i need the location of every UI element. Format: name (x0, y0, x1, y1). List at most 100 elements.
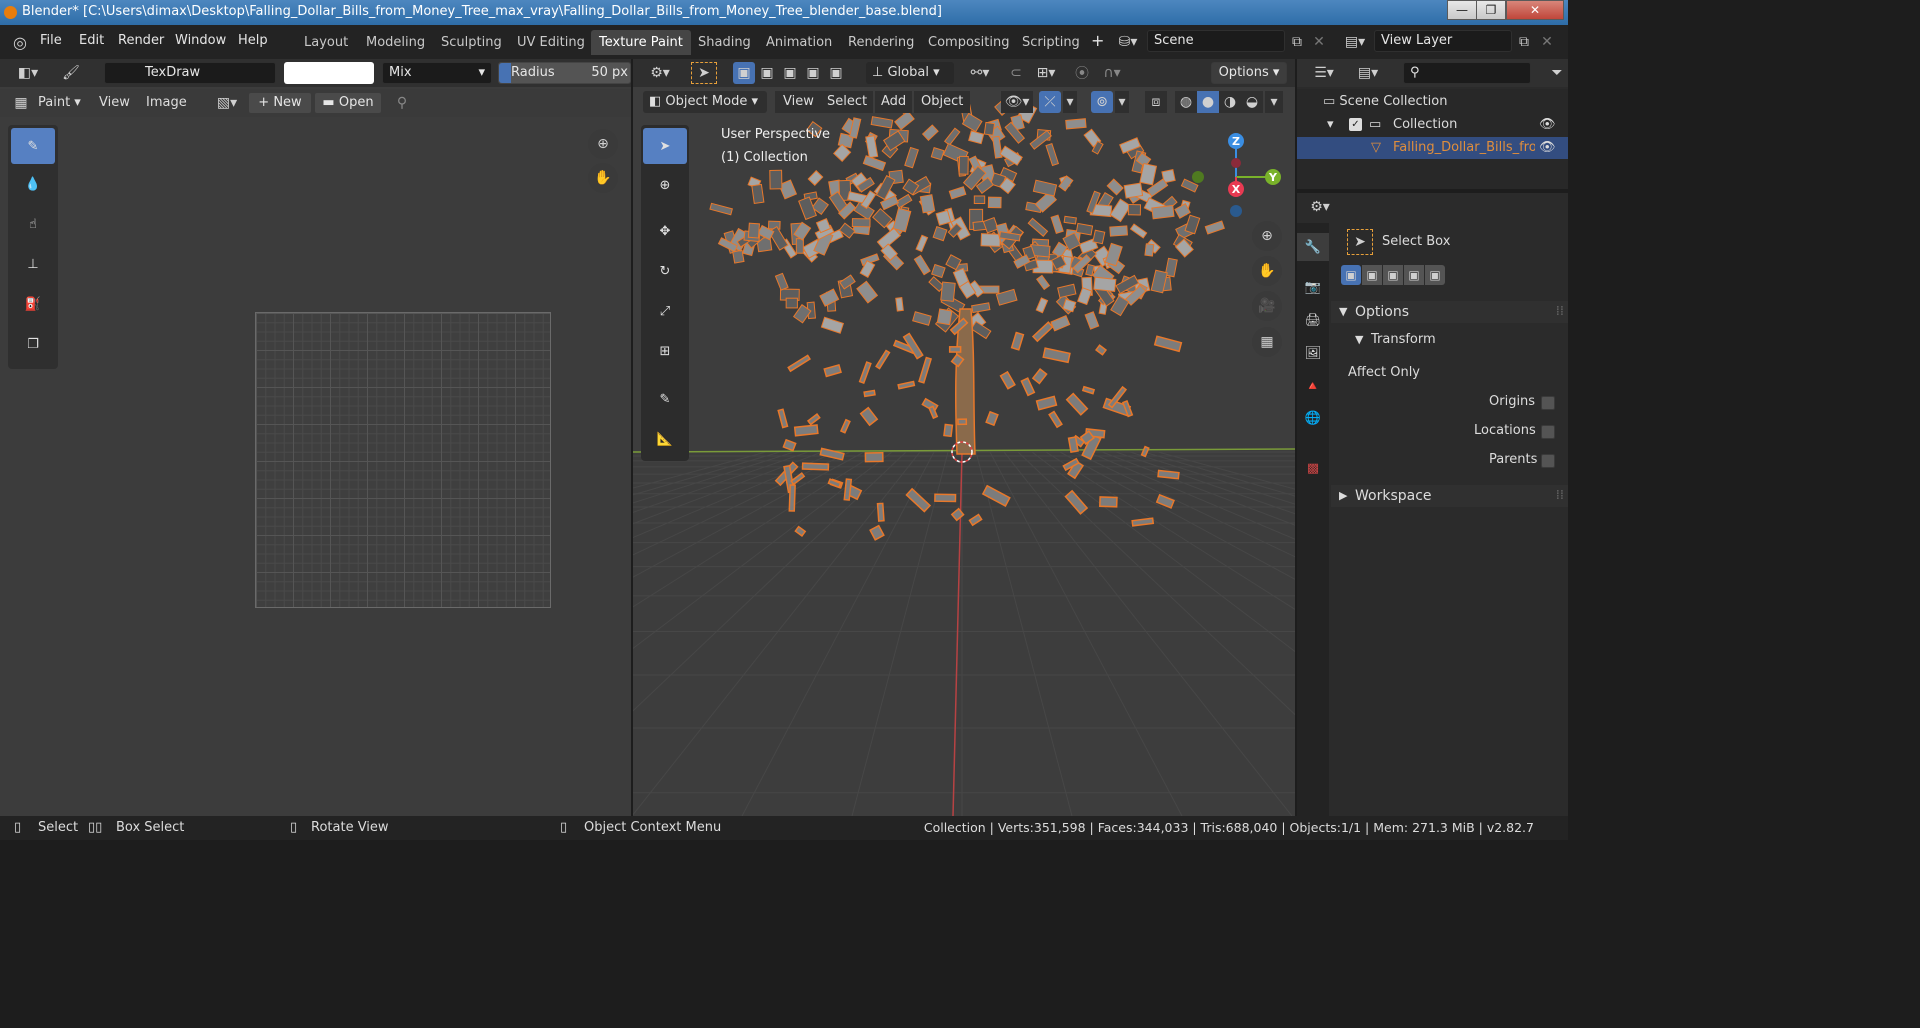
select-mode-subtract-icon[interactable]: ▣ (1383, 265, 1403, 285)
fill-tool-icon[interactable]: ⛽ (11, 286, 55, 322)
proportional-edit-icon[interactable]: ⦿ (1071, 62, 1093, 84)
select-mode-new-icon[interactable]: ▣ (733, 62, 755, 84)
cursor-tool-icon[interactable]: ⊕ (643, 167, 687, 203)
annotate-tool-icon[interactable]: ✎ (643, 381, 687, 417)
image-browse-icon[interactable]: ▧▾ (210, 92, 244, 114)
display-mode-icon[interactable]: ▤▾ (1351, 62, 1385, 84)
options-dropdown[interactable]: Options ▾ (1211, 62, 1287, 84)
eye-icon[interactable]: 👁 (1539, 114, 1556, 136)
mask-tool-icon[interactable]: ❐ (11, 326, 55, 362)
scene-tab-icon[interactable]: 🔺 (1297, 372, 1329, 400)
select-mode-subtract-icon[interactable]: ▣ (779, 62, 801, 84)
tab-shading[interactable]: Shading (690, 30, 759, 55)
minimize-button[interactable]: — (1447, 0, 1477, 20)
parents-checkbox[interactable] (1541, 454, 1555, 468)
brush-selector[interactable]: TexDraw (104, 62, 276, 84)
outliner-search-input[interactable]: ⚲ (1403, 62, 1531, 84)
select-mode-invert-icon[interactable]: ▣ (802, 62, 824, 84)
pivot-icon[interactable]: ⚯▾ (963, 62, 997, 84)
uv-grid-canvas[interactable] (255, 312, 551, 608)
output-tab-icon[interactable]: 🖨 (1297, 306, 1329, 334)
select-mode-intersect-icon[interactable]: ▣ (825, 62, 847, 84)
transform-subpanel-header[interactable]: ▼ Transform (1331, 329, 1568, 351)
texture-tab-icon[interactable]: ▩ (1297, 454, 1329, 482)
rotate-tool-icon[interactable]: ↻ (643, 253, 687, 289)
filter-icon[interactable]: ⏷ (1547, 62, 1567, 84)
visibility-icon[interactable]: 👁▾ (1001, 91, 1033, 113)
render-tab-icon[interactable]: 📷 (1297, 273, 1329, 301)
select-mode-invert-icon[interactable]: ▣ (1404, 265, 1424, 285)
zoom-icon[interactable]: ⊕ (588, 129, 618, 159)
drag-handle-icon[interactable]: ⁞⁞ (1556, 301, 1564, 323)
shading-solid-icon[interactable]: ● (1197, 91, 1219, 113)
locations-checkbox[interactable] (1541, 425, 1555, 439)
drag-handle-icon[interactable]: ⁞⁞ (1556, 485, 1564, 507)
menu-edit[interactable]: Edit (79, 33, 104, 48)
radius-slider[interactable]: Radius 50 px (498, 62, 631, 84)
menu-window[interactable]: Window (175, 33, 226, 48)
draw-tool-icon[interactable]: ✎ (11, 128, 55, 164)
collection-checkbox[interactable]: ✓ (1349, 118, 1362, 131)
scale-tool-icon[interactable]: ⤢ (643, 293, 687, 329)
view-layer-tab-icon[interactable]: 🖼 (1297, 339, 1329, 367)
shading-rendered-icon[interactable]: ◒ (1241, 91, 1263, 113)
tab-modeling[interactable]: Modeling (358, 30, 433, 55)
menu-add[interactable]: Add (875, 91, 913, 113)
tab-compositing[interactable]: Compositing (920, 30, 1018, 55)
shading-wireframe-icon[interactable]: ◍ (1175, 91, 1197, 113)
select-mode-extend-icon[interactable]: ▣ (1362, 265, 1382, 285)
editor-type-icon[interactable]: ☰▾ (1307, 62, 1341, 84)
measure-tool-icon[interactable]: 📐 (643, 421, 687, 457)
new-scene-icon[interactable]: ⧉ (1287, 31, 1307, 53)
perspective-toggle-icon[interactable]: ▦ (1252, 327, 1282, 357)
blend-mode-select[interactable]: Mix ▾ (382, 62, 492, 84)
smear-tool-icon[interactable]: ☝ (11, 206, 55, 242)
falloff-icon[interactable]: ∩▾ (1095, 62, 1129, 84)
select-mode-intersect-icon[interactable]: ▣ (1425, 265, 1445, 285)
options-panel-header[interactable]: ▼ Options ⁞⁞ (1331, 301, 1568, 323)
editor-type-icon[interactable]: ⚙▾ (1303, 196, 1337, 218)
maximize-button[interactable]: ❐ (1476, 0, 1506, 20)
object-mode-select[interactable]: ◧ Object Mode ▾ (643, 91, 767, 113)
view-layer-field[interactable]: View Layer (1374, 30, 1512, 52)
world-tab-icon[interactable]: 🌐 (1297, 404, 1329, 432)
delete-scene-icon[interactable]: ✕ (1310, 31, 1328, 53)
new-image-button[interactable]: + New (248, 92, 312, 114)
new-view-layer-icon[interactable]: ⧉ (1514, 31, 1534, 53)
open-image-button[interactable]: ▬ Open (314, 92, 382, 114)
shading-material-icon[interactable]: ◑ (1219, 91, 1241, 113)
menu-view[interactable]: View (99, 92, 130, 114)
outliner-row-collection[interactable]: ▾ ✓ ▭ Collection 👁 (1297, 114, 1568, 136)
menu-image[interactable]: Image (146, 92, 187, 114)
gizmo-toggle-icon[interactable]: ⤫ (1039, 91, 1061, 113)
editor-type-icon[interactable]: ◧▾ (10, 62, 46, 84)
blender-menu-icon[interactable]: ◎ (10, 32, 30, 52)
camera-view-icon[interactable]: 🎥 (1252, 291, 1282, 321)
tab-scripting[interactable]: Scripting (1014, 30, 1088, 55)
eye-icon[interactable]: 👁 (1539, 137, 1556, 159)
menu-help[interactable]: Help (238, 33, 268, 48)
tab-rendering[interactable]: Rendering (840, 30, 922, 55)
move-tool-icon[interactable]: ✥ (643, 213, 687, 249)
tab-sculpting[interactable]: Sculpting (433, 30, 510, 55)
tab-animation[interactable]: Animation (758, 30, 840, 55)
overlay-toggle-icon[interactable]: ⊚ (1091, 91, 1113, 113)
shading-dropdown-icon[interactable]: ▾ (1265, 91, 1283, 113)
zoom-icon[interactable]: ⊕ (1252, 221, 1282, 251)
transform-tool-icon[interactable]: ⊞ (643, 333, 687, 369)
snap-icon[interactable]: ⊂ (1005, 62, 1027, 84)
close-button[interactable]: ✕ (1506, 0, 1564, 20)
tab-layout[interactable]: Layout (296, 30, 356, 55)
navigation-gizmo[interactable]: Z Y X (1181, 127, 1291, 227)
add-workspace-button[interactable]: + (1091, 31, 1104, 50)
select-box-tool-icon[interactable]: ➤ (643, 128, 687, 164)
gizmo-dropdown-icon[interactable]: ▾ (1063, 91, 1077, 113)
pan-hand-icon[interactable]: ✋ (1252, 256, 1282, 286)
snap-target-icon[interactable]: ⊞▾ (1029, 62, 1063, 84)
view-layer-browse-icon[interactable]: ▤▾ (1340, 31, 1370, 53)
scene-browse-icon[interactable]: ⛁▾ (1113, 31, 1143, 53)
scene-name-field[interactable]: Scene (1147, 30, 1285, 52)
paint-mode-select[interactable]: Paint ▾ (38, 92, 81, 114)
menu-select[interactable]: Select (821, 91, 874, 113)
xray-toggle-icon[interactable]: ⧈ (1145, 91, 1167, 113)
